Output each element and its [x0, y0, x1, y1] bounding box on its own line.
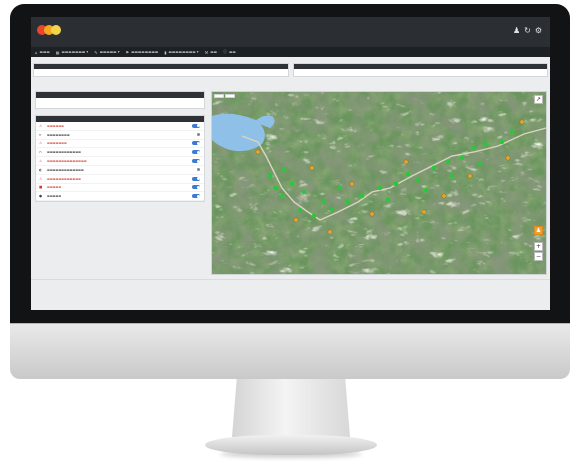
- left-column: ⚠ ▬▬▬▬▬▬ ═ ▬▬▬▬▬▬▬▬ ⚠ ▬▬▬▬▬▬▬ ∩ ▬▬▬▬▬▬▬▬▬▬▬▬…: [35, 91, 205, 208]
- map-tabs: [214, 94, 235, 98]
- zoom-in-icon[interactable]: +: [534, 242, 543, 251]
- map-tab-1[interactable]: [214, 94, 224, 98]
- map-view[interactable]: ↗ ♟ + −: [211, 91, 547, 275]
- filter-value: [34, 69, 288, 71]
- nav-label: ▬▬▬: [39, 50, 50, 54]
- layer-row[interactable]: ∩ ▬▬▬▬▬▬▬▬▬▬▬▬: [36, 148, 204, 158]
- layer-toggle[interactable]: [192, 159, 200, 164]
- layer-row[interactable]: ■ ▬▬▬▬▬: [36, 184, 204, 193]
- layer-row[interactable]: ● ▬▬▬▬▬: [36, 192, 204, 202]
- layer-name: ▬▬▬▬▬: [47, 194, 62, 199]
- layer-toggle[interactable]: [192, 133, 200, 137]
- person-icon[interactable]: ♟: [534, 226, 543, 235]
- map-tab-2[interactable]: [225, 94, 235, 98]
- layer-toggle[interactable]: [192, 141, 200, 146]
- barrier-icon: ■: [39, 185, 43, 190]
- monitor-stand-base: [205, 435, 377, 455]
- grid-icon: ▦: [55, 49, 60, 55]
- layer-name: ▬▬▬▬▬▬▬▬▬▬▬▬▬: [47, 167, 84, 172]
- layer-list: ⚠ ▬▬▬▬▬▬ ═ ▬▬▬▬▬▬▬▬ ⚠ ▬▬▬▬▬▬▬ ∩ ▬▬▬▬▬▬▬▬▬▬▬▬…: [36, 122, 204, 202]
- nav-item-tags[interactable]: ⚑ ▬▬▬▬▬▬▬▬: [126, 50, 159, 55]
- layer-row[interactable]: ═ ▬▬▬▬▬▬▬▬: [36, 131, 204, 140]
- header-actions: ♟ ↻ ⚙: [513, 26, 542, 36]
- search-panel-body[interactable]: [36, 98, 204, 108]
- nav-item-home[interactable]: ⌂ ▬▬▬: [35, 50, 50, 55]
- user-icon[interactable]: ♟: [513, 26, 520, 36]
- top-header: ♟ ↻ ⚙: [31, 17, 550, 47]
- search-panel: [35, 91, 205, 109]
- nav-item-edit[interactable]: ✎ ▬▬▬▬▬ ▾: [94, 50, 119, 55]
- pin-icon: ●: [39, 194, 43, 199]
- zoom-out-icon[interactable]: −: [534, 252, 543, 261]
- layer-row[interactable]: ⚠ ▬▬▬▬▬▬▬▬▬▬▬▬: [36, 175, 204, 184]
- layer-row[interactable]: ◐ ▬▬▬▬▬▬▬▬▬▬▬▬▬: [36, 166, 204, 175]
- nav-label: ▬▬▬▬▬▬▬▬ ▾: [168, 50, 199, 54]
- info-icon: ⓘ: [223, 49, 228, 54]
- layer-name: ▬▬▬▬▬▬▬▬: [47, 132, 70, 137]
- bridge-icon: ∩: [39, 150, 42, 155]
- tunnel-icon: ◐: [39, 167, 43, 172]
- nav-item-inventory[interactable]: ▦ ▬▬▬▬▬▬▬ ▾: [56, 50, 89, 55]
- layer-name: ▬▬▬▬▬▬▬▬▬▬▬▬▬▬: [47, 159, 87, 164]
- layer-name: ▬▬▬▬▬▬▬▬▬▬▬▬: [47, 176, 82, 181]
- nav-item-info[interactable]: ⓘ ▬▬: [223, 49, 236, 55]
- layer-name: ▬▬▬▬▬▬▬: [47, 141, 67, 146]
- warning-icon: ⚠: [39, 141, 43, 146]
- filter-panel-left[interactable]: [33, 63, 289, 77]
- chart-icon: ▮: [164, 49, 167, 55]
- layer-toggle[interactable]: [192, 150, 200, 155]
- nav-label: ▬▬: [210, 50, 218, 54]
- expand-icon[interactable]: ↗: [534, 95, 543, 104]
- monitor-chin: [10, 323, 570, 379]
- nav-label: ▬▬▬▬▬ ▾: [99, 50, 120, 54]
- wrench-icon: ⚒: [204, 49, 209, 55]
- filter-panel-right[interactable]: [293, 63, 548, 77]
- warning-icon: ⚠: [39, 176, 43, 181]
- nav-label: ▬▬▬▬▬▬▬▬: [131, 50, 159, 54]
- nav-item-reports[interactable]: ▮ ▬▬▬▬▬▬▬▬ ▾: [164, 50, 198, 55]
- layers-panel: ⚠ ▬▬▬▬▬▬ ═ ▬▬▬▬▬▬▬▬ ⚠ ▬▬▬▬▬▬▬ ∩ ▬▬▬▬▬▬▬▬▬▬▬▬…: [35, 115, 205, 203]
- app-screen: ♟ ↻ ⚙ ⌂ ▬▬▬ ▦ ▬▬▬▬▬▬▬ ▾ ✎ ▬▬▬▬▬ ▾ ⚑ ▬▬▬▬▬▬▬▬…: [31, 17, 550, 310]
- road-icon: ═: [39, 132, 42, 137]
- layer-name: ▬▬▬▬▬: [47, 185, 62, 190]
- layer-toggle[interactable]: [192, 194, 200, 199]
- layer-toggle[interactable]: [192, 168, 200, 172]
- app-logo[interactable]: [37, 25, 61, 37]
- layer-name: ▬▬▬▬▬▬: [47, 123, 65, 128]
- tag-icon: ⚑: [125, 49, 130, 55]
- layer-toggle[interactable]: [192, 176, 200, 181]
- home-icon: ⌂: [35, 49, 38, 55]
- warning-icon: ⚠: [39, 123, 43, 128]
- warning-icon: ⚠: [39, 159, 43, 164]
- layer-row[interactable]: ⚠ ▬▬▬▬▬▬: [36, 122, 204, 131]
- monitor-stand-neck: [232, 379, 350, 437]
- edit-icon: ✎: [94, 49, 98, 55]
- layer-row[interactable]: ⚠ ▬▬▬▬▬▬▬: [36, 140, 204, 149]
- layer-toggle[interactable]: [192, 123, 200, 128]
- refresh-icon[interactable]: ↻: [524, 26, 531, 36]
- terrain-map[interactable]: [212, 92, 547, 275]
- app-footer: [31, 279, 550, 289]
- nav-item-tools[interactable]: ⚒ ▬▬: [205, 50, 217, 55]
- gear-icon[interactable]: ⚙: [535, 26, 542, 36]
- layer-row[interactable]: ⚠ ▬▬▬▬▬▬▬▬▬▬▬▬▬▬: [36, 157, 204, 166]
- nav-label: ▬▬▬▬▬▬▬ ▾: [61, 50, 89, 54]
- layer-toggle[interactable]: [192, 185, 200, 190]
- filter-value: [294, 69, 547, 71]
- nav-label: ▬▬: [229, 50, 236, 54]
- layer-name: ▬▬▬▬▬▬▬▬▬▬▬▬: [47, 150, 82, 155]
- main-nav: ⌂ ▬▬▬ ▦ ▬▬▬▬▬▬▬ ▾ ✎ ▬▬▬▬▬ ▾ ⚑ ▬▬▬▬▬▬▬▬ ▮ ▬▬▬▬…: [31, 47, 550, 57]
